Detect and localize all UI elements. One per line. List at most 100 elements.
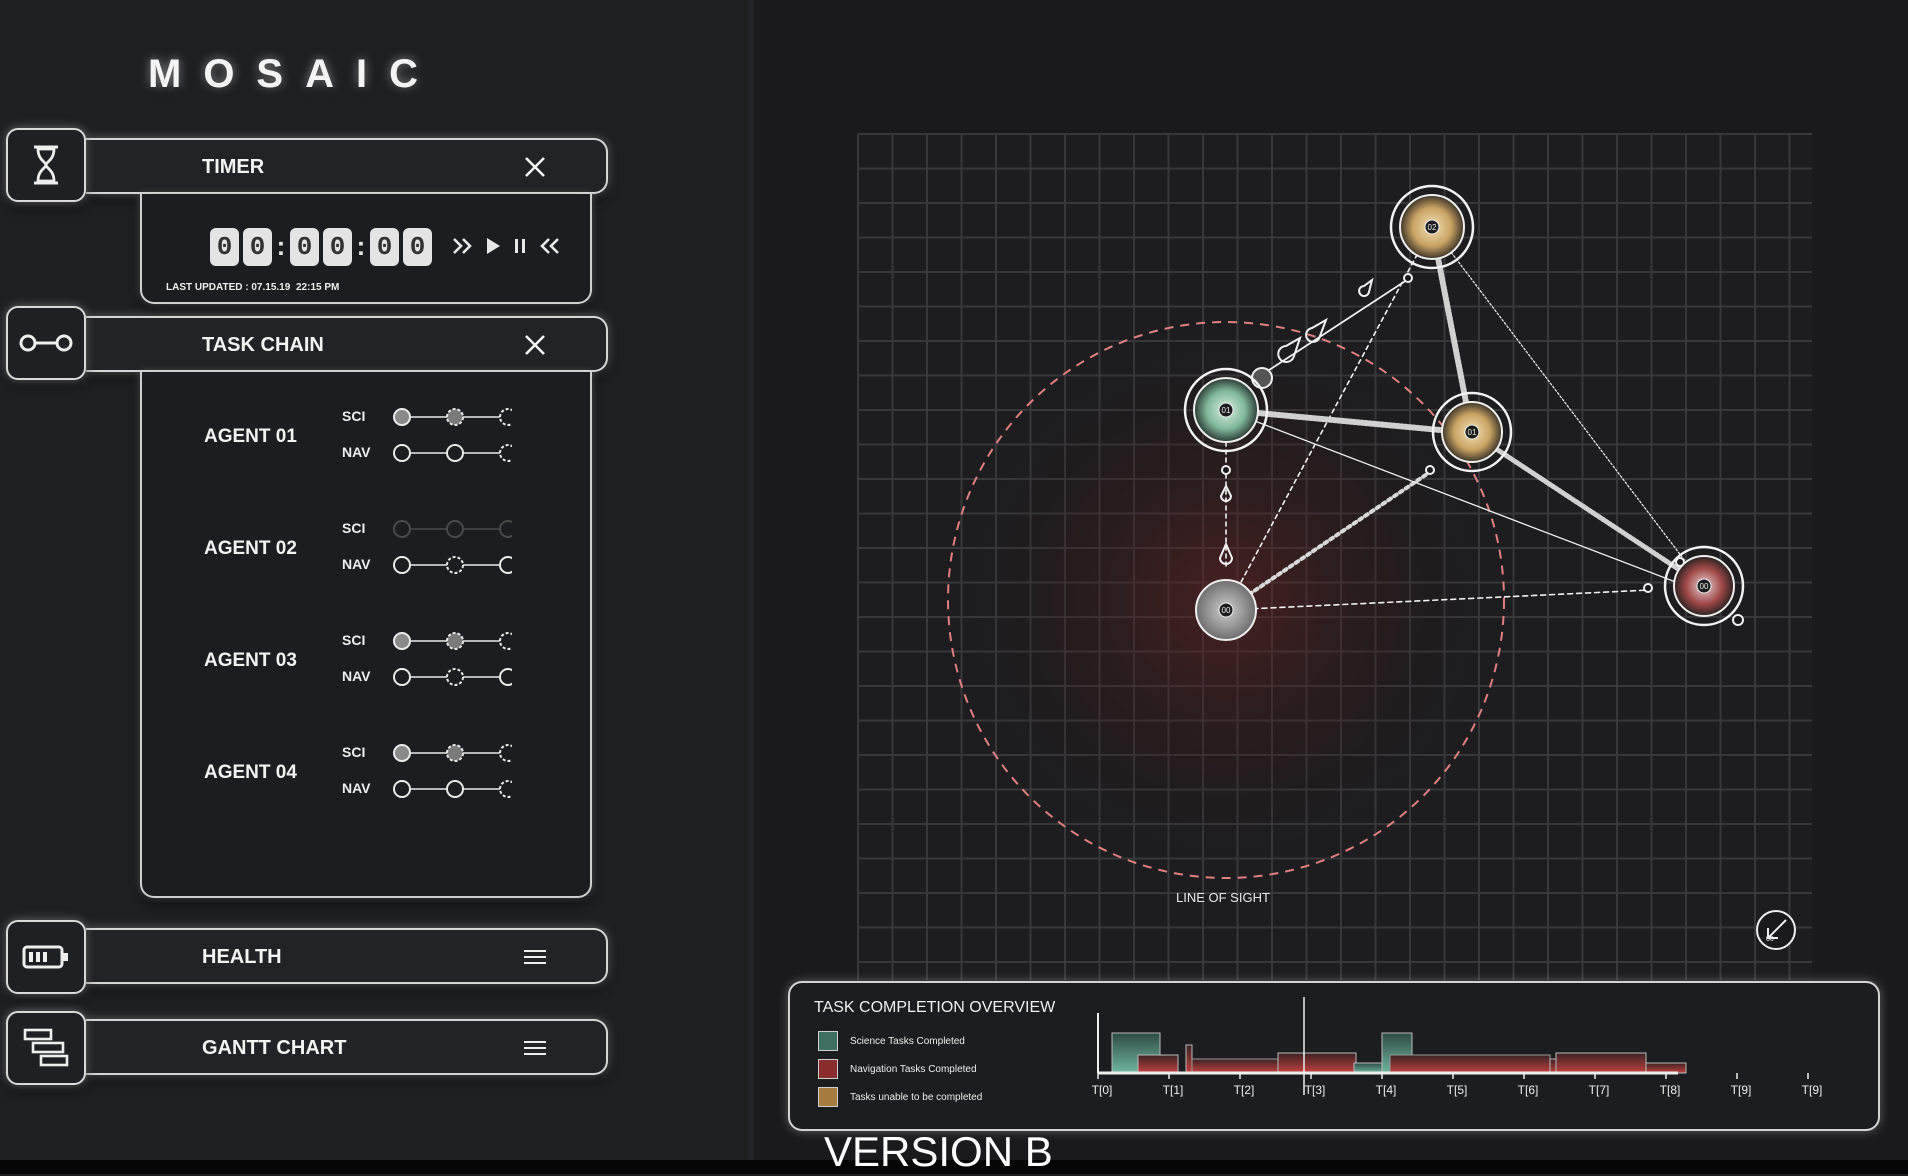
tick-label: T[9] (1731, 1083, 1752, 1097)
legend-unable: Tasks unable to be completed (818, 1087, 982, 1107)
gantt-menu-button[interactable] (522, 1035, 548, 1061)
legend-label: Science Tasks Completed (850, 1035, 965, 1047)
timeline-ticks: T[0] T[1] T[2] T[3] T[4] T[5] T[6] T[7] T[8] T[9]… (1092, 1073, 1823, 1097)
task-node-off (393, 520, 411, 538)
task-node-pending (446, 668, 464, 686)
task-node-pending (446, 556, 464, 574)
close-icon (525, 335, 545, 355)
timer-digit: 0 (290, 228, 319, 266)
gantt-icon (23, 1028, 69, 1067)
recenter-label: 00 (1766, 936, 1774, 943)
task-chain-close-button[interactable] (522, 332, 548, 358)
timer-tab[interactable] (6, 128, 86, 202)
recenter-button[interactable]: 00 (1756, 910, 1796, 950)
node-label: 00 (1222, 606, 1231, 615)
hourglass-icon (34, 145, 58, 185)
timer-header[interactable]: TIMER (86, 138, 608, 194)
timeline-bars (1111, 1032, 1687, 1074)
timer-digit: 0 (323, 228, 352, 266)
agent-name: AGENT 04 (204, 762, 297, 783)
timer-colon: : (276, 231, 286, 261)
waypoint-node (1732, 614, 1744, 626)
task-node-pending (499, 744, 512, 762)
task-chain-tab[interactable] (6, 306, 86, 380)
agent-node[interactable]: 02 (1389, 184, 1475, 270)
task-node-pending (499, 444, 512, 462)
tick-label: T[0] (1092, 1083, 1113, 1097)
agent-nav-track[interactable] (392, 666, 512, 688)
close-icon (525, 157, 545, 177)
task-chain-header[interactable]: TASK CHAIN (86, 316, 608, 372)
sci-label: SCI (342, 408, 366, 424)
agent-sci-track[interactable] (392, 742, 512, 764)
task-node-off (499, 520, 512, 538)
waypoint-node (1403, 273, 1413, 283)
agent-map[interactable]: LINE OF SIGHT 00 01 02 01 00 00 (754, 0, 1908, 980)
node-label: 01 (1468, 428, 1477, 437)
node-label: 00 (1700, 582, 1709, 591)
timer-card: 00:00:00 LAST UPDATED : 07.15.19 22:15 P… (140, 194, 592, 304)
task-node-open (393, 444, 411, 462)
task-node-active (446, 408, 464, 426)
timer-title: TIMER (202, 156, 265, 178)
health-menu-button[interactable] (522, 944, 548, 970)
legend-navigation: Navigation Tasks Completed (818, 1059, 977, 1079)
agent-node[interactable]: 00 (1195, 579, 1257, 641)
task-node-open (446, 444, 464, 462)
agent-nav-track[interactable] (392, 442, 512, 464)
nav-label: NAV (342, 444, 371, 460)
task-chain-card: AGENT 01 SCI NAV AGENT 02 SCI NAV AGENT 03 SCI N… (140, 372, 592, 898)
health-title: HEALTH (202, 946, 282, 968)
tick-label: T[2] (1234, 1083, 1255, 1097)
waypoint-node (1221, 465, 1231, 475)
last-updated-label: LAST UPDATED : 07.15.19 (166, 282, 291, 293)
menu-icon (524, 950, 546, 964)
battery-icon (22, 945, 68, 969)
timer-controls (452, 236, 560, 256)
agent-node[interactable]: 01 (1183, 367, 1269, 453)
gantt-title: GANTT CHART (202, 1037, 347, 1059)
overview-title: TASK COMPLETION OVERVIEW (814, 999, 1056, 1016)
tick-label: T[8] (1660, 1083, 1681, 1097)
agent-nav-track[interactable] (392, 778, 512, 800)
agent-name: AGENT 01 (204, 426, 297, 447)
play-icon[interactable] (484, 236, 502, 256)
app-logo: MOSAIC (148, 52, 440, 96)
legend-science: Science Tasks Completed (818, 1031, 965, 1051)
agent-sci-track[interactable] (392, 406, 512, 428)
pause-icon[interactable] (512, 236, 528, 256)
gantt-tab[interactable] (6, 1011, 86, 1085)
fast-forward-icon[interactable] (452, 236, 474, 256)
health-tab[interactable] (6, 920, 86, 994)
agent-node[interactable]: 00 (1663, 545, 1745, 627)
timer-colon: : (356, 231, 366, 261)
task-node-pending (499, 780, 512, 798)
agent-sci-track[interactable] (392, 518, 512, 540)
task-node-active (446, 632, 464, 650)
tick-label: T[4] (1376, 1083, 1397, 1097)
legend-label: Tasks unable to be completed (850, 1091, 983, 1103)
task-completion-overview: TASK COMPLETION OVERVIEW Science Tasks C… (788, 981, 1880, 1131)
legend-swatch (818, 1059, 838, 1079)
health-header[interactable]: HEALTH (86, 928, 608, 984)
agent-nav-track[interactable] (392, 554, 512, 576)
nav-label: NAV (342, 668, 371, 684)
task-node-open (446, 780, 464, 798)
timer-close-button[interactable] (522, 154, 548, 180)
tick-label: T[7] (1589, 1083, 1610, 1097)
agent-node[interactable]: 01 (1431, 391, 1513, 473)
nav-label: NAV (342, 556, 371, 572)
last-updated-time: 22:15 PM (296, 282, 340, 293)
agent-name: AGENT 03 (204, 650, 297, 671)
bar-navigation (1137, 1054, 1179, 1074)
gantt-header[interactable]: GANTT CHART (86, 1019, 608, 1075)
sci-label: SCI (342, 744, 366, 760)
bar-navigation (1191, 1058, 1283, 1074)
node-label: 01 (1222, 406, 1231, 415)
rewind-icon[interactable] (538, 236, 560, 256)
tick-label: T[6] (1518, 1083, 1539, 1097)
task-node-open (499, 668, 512, 686)
tick-label: T[9] (1802, 1083, 1823, 1097)
agent-sci-track[interactable] (392, 630, 512, 652)
waypoint-node (1425, 465, 1435, 475)
